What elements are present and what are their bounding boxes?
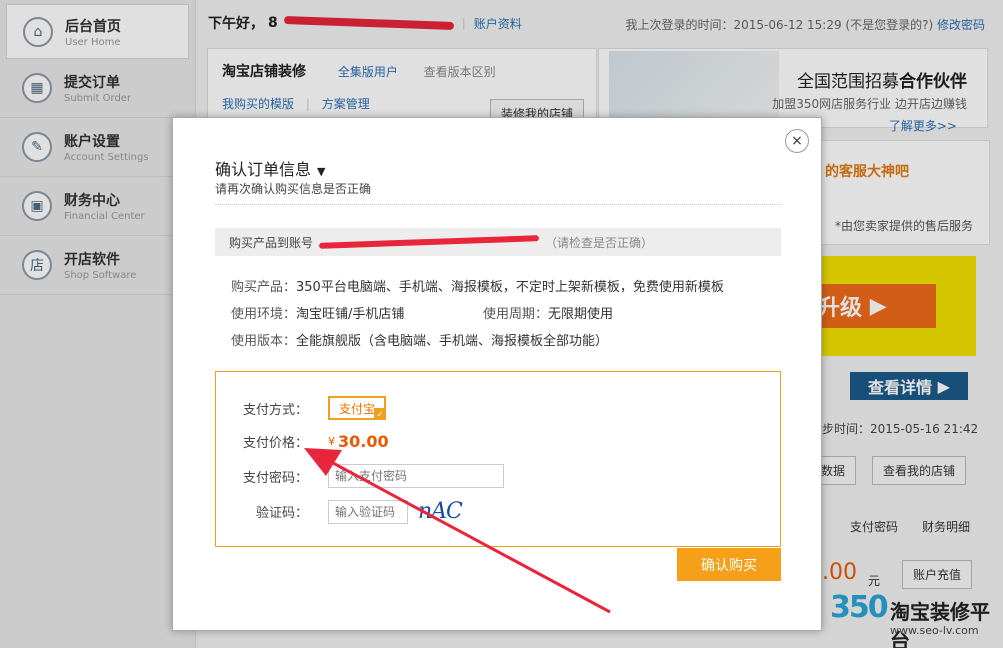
account-prefix: 购买产品到账号 (229, 235, 314, 250)
captcha-image[interactable]: nAC (418, 499, 463, 524)
pay-method-row: 支付方式： 支付宝 ✓ (216, 396, 386, 420)
price-row: 支付价格： ¥ 30.00 (216, 432, 389, 451)
account-bar: 购买产品到账号 （请检查是否正确） (215, 228, 781, 256)
modal-title[interactable]: 确认订单信息 ▼ (215, 156, 325, 180)
captcha-input[interactable] (328, 499, 408, 524)
confirm-order-modal: × 确认订单信息 ▼ 请再次确认购买信息是否正确 购买产品到账号 （请检查是否正确… (172, 117, 822, 631)
product-row: 购买产品：350平台电脑端、手机端、海报模板，不定时上架新模板，免费使用新模板 (231, 276, 724, 295)
price-value: 30.00 (338, 432, 389, 451)
password-label: 支付密码： (242, 470, 308, 486)
redaction-mark (318, 235, 540, 249)
product-value: 350平台电脑端、手机端、海报模板，不定时上架新模板，免费使用新模板 (296, 280, 724, 295)
version-row: 使用版本：全能旗舰版（含电脑端、手机端、海报模板全部功能） (231, 330, 608, 349)
period-value: 无限期使用 (548, 307, 614, 322)
captcha-label: 验证码： (255, 506, 308, 521)
payment-box: 支付方式： 支付宝✓ 支付价格： ¥ 30.00 支付密码： 验证码： nAC (215, 371, 781, 547)
env-value: 淘宝旺铺/手机店铺 (296, 307, 405, 322)
captcha-row: 验证码： nAC (216, 499, 463, 524)
account-hint: （请检查是否正确） (545, 235, 654, 250)
env-label: 使用环境： (231, 307, 297, 322)
version-label: 使用版本： (231, 334, 297, 349)
caret-down-icon: ▼ (317, 165, 326, 178)
period-row: 使用周期：无限期使用 (483, 303, 613, 322)
version-value: 全能旗舰版（含电脑端、手机端、海报模板全部功能） (296, 334, 609, 349)
alipay-option[interactable]: 支付宝 ✓ (328, 396, 386, 420)
check-icon: ✓ (374, 408, 386, 420)
password-row: 支付密码： (216, 464, 504, 488)
modal-title-text: 确认订单信息 (215, 160, 312, 179)
divider (215, 204, 781, 205)
env-row: 使用环境：淘宝旺铺/手机店铺 (231, 303, 404, 322)
modal-subtitle: 请再次确认购买信息是否正确 (215, 182, 372, 196)
pay-password-input[interactable] (328, 464, 504, 488)
period-label: 使用周期： (483, 307, 549, 322)
product-label: 购买产品： (231, 280, 297, 295)
confirm-purchase-button[interactable]: 确认购买 (677, 548, 781, 581)
close-button[interactable]: × (785, 129, 809, 153)
alipay-label: 支付宝 (338, 401, 375, 416)
pay-method-label: 支付方式： (242, 402, 308, 418)
price-label: 支付价格： (242, 436, 308, 451)
price-currency: ¥ (328, 435, 335, 448)
